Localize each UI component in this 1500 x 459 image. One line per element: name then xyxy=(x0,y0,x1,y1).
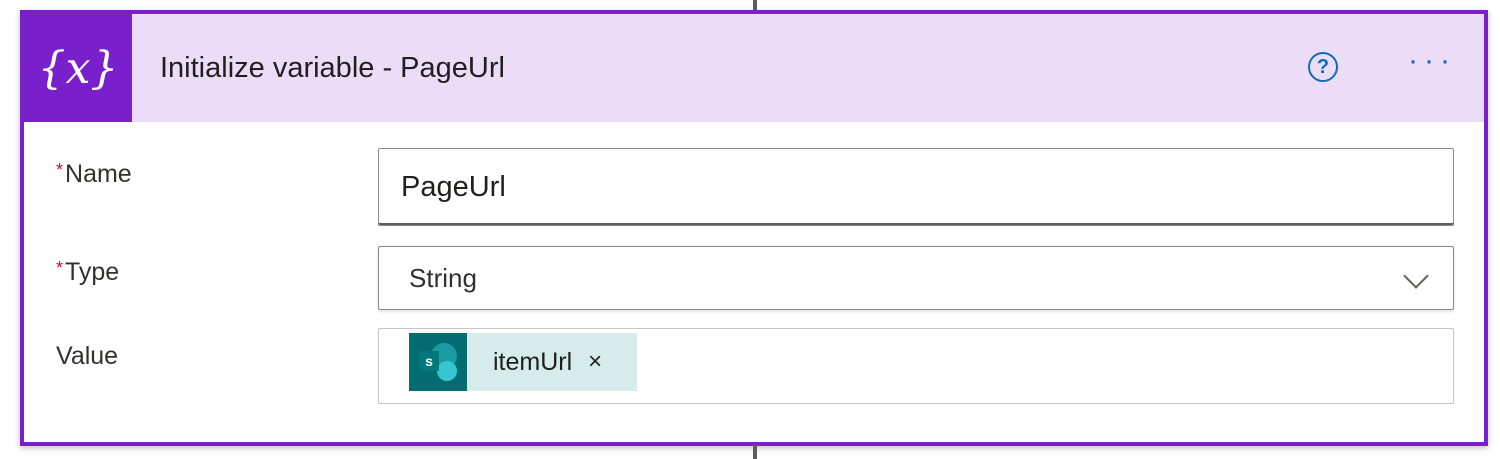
name-input-value: PageUrl xyxy=(401,171,506,203)
required-marker: * xyxy=(56,258,64,278)
close-icon[interactable]: × xyxy=(588,348,602,376)
variable-icon-glyph: {x} xyxy=(37,42,119,94)
name-input[interactable]: PageUrl xyxy=(378,148,1454,226)
chevron-down-icon xyxy=(1403,263,1429,289)
sharepoint-icon: s xyxy=(409,333,467,391)
type-label: *Type xyxy=(56,258,119,287)
help-icon[interactable]: ? xyxy=(1308,52,1338,82)
initialize-variable-card: {x} Initialize variable - PageUrl ? ··· … xyxy=(20,10,1488,446)
value-label: Value xyxy=(56,342,118,371)
sharepoint-icon-letter: s xyxy=(419,351,439,371)
card-header[interactable]: {x} Initialize variable - PageUrl ? ··· xyxy=(24,14,1484,122)
required-marker: * xyxy=(56,160,64,180)
help-icon-glyph: ? xyxy=(1316,56,1330,78)
value-input[interactable]: s itemUrl × xyxy=(378,328,1454,404)
more-options-icon[interactable]: ··· xyxy=(1402,46,1462,86)
dynamic-content-token[interactable]: s itemUrl × xyxy=(409,333,637,391)
name-label-text: Name xyxy=(65,160,132,188)
type-label-text: Type xyxy=(65,258,120,286)
type-dropdown-value: String xyxy=(409,263,477,293)
flow-connector-top xyxy=(753,0,757,10)
token-label: itemUrl xyxy=(493,347,573,376)
card-title: Initialize variable - PageUrl xyxy=(160,52,505,84)
name-label: *Name xyxy=(56,160,132,189)
more-options-glyph: ··· xyxy=(1408,44,1456,77)
variable-icon: {x} xyxy=(24,14,132,122)
value-label-text: Value xyxy=(56,342,119,370)
flow-connector-bottom xyxy=(753,445,757,459)
type-dropdown[interactable]: String xyxy=(378,246,1454,310)
